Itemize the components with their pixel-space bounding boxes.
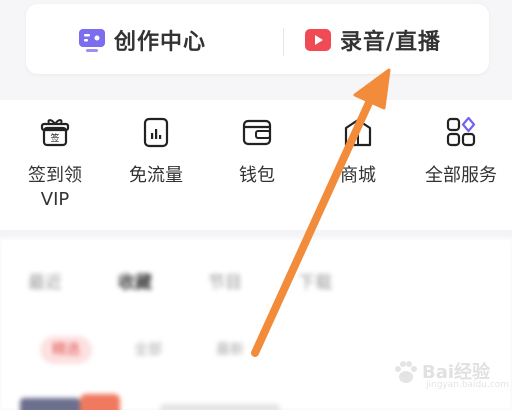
menu-item-label: 钱包 xyxy=(239,165,275,186)
filter-chips: 精选 全部 最新 xyxy=(40,336,286,364)
divider xyxy=(283,28,284,56)
content-title-placeholder xyxy=(160,404,280,410)
menu-item-shop[interactable]: 商城 xyxy=(313,114,403,188)
tab-favorites[interactable]: 收藏 xyxy=(118,268,152,293)
menu-item-label: 商城 xyxy=(340,165,376,186)
content-thumbnail[interactable] xyxy=(20,398,80,410)
tab-downloads[interactable]: 下载 xyxy=(298,268,332,293)
menu-item-data-saver[interactable]: 免流量 xyxy=(111,114,201,188)
tab-recent[interactable]: 最近 xyxy=(28,268,62,293)
top-section: 创作中心 录音/直播 xyxy=(0,0,512,100)
creator-card: 创作中心 录音/直播 xyxy=(26,4,489,74)
filter-chip[interactable]: 精选 xyxy=(40,336,92,364)
menu-item-checkin[interactable]: 签 签到领 VIP xyxy=(10,114,100,212)
filter-chip[interactable]: 最新 xyxy=(204,336,256,364)
tab-programs[interactable]: 节目 xyxy=(208,268,242,293)
all-services-icon xyxy=(446,116,476,147)
record-live-button[interactable]: 录音/直播 xyxy=(304,22,441,58)
menu-item-label: 免流量 xyxy=(129,165,183,186)
filter-chip[interactable]: 全部 xyxy=(122,336,174,364)
baidu-watermark: Bai经验 jingyan.baidu.com xyxy=(392,352,509,396)
data-saver-icon xyxy=(143,117,169,148)
monitor-icon xyxy=(79,29,105,52)
menu-item-wallet[interactable]: 钱包 xyxy=(212,114,302,188)
gift-icon: 签 xyxy=(40,119,70,147)
watermark-url: jingyan.baidu.com xyxy=(426,380,510,390)
menu-item-all-services[interactable]: 全部服务 xyxy=(416,114,506,188)
record-live-label: 录音/直播 xyxy=(340,30,442,55)
create-center-button[interactable]: 创作中心 xyxy=(78,22,206,58)
create-center-label: 创作中心 xyxy=(114,30,207,55)
svg-text:签: 签 xyxy=(50,132,59,144)
play-video-icon xyxy=(305,29,331,51)
content-thumbnail[interactable] xyxy=(80,394,120,410)
shop-icon xyxy=(344,118,372,147)
paw-icon xyxy=(395,361,417,383)
content-tabs: 最近 收藏 节目 下载 xyxy=(28,268,388,293)
wallet-icon xyxy=(242,119,272,146)
menu-item-label: 全部服务 xyxy=(425,165,497,186)
quick-menu: 签 签到领 VIP 免流量 钱包 商城 全部服务 xyxy=(0,100,512,230)
menu-item-label: 签到领 VIP xyxy=(28,165,82,210)
